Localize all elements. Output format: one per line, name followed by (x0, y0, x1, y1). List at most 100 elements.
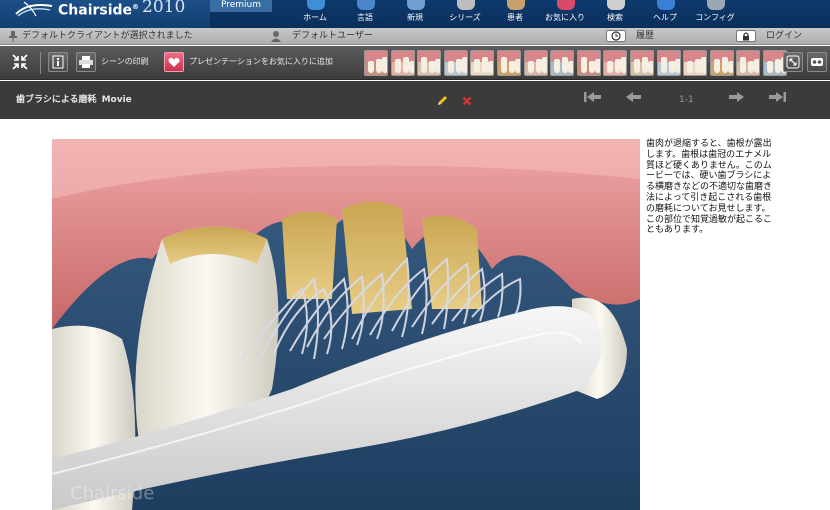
projector-icon (811, 58, 823, 66)
skip-first-icon (584, 92, 601, 102)
main-nav: ホーム 言語 新規 シリーズ 患者 お気に入り 検索 ヘルプ コンフィグ (290, 0, 740, 28)
thumbnail-tooth (527, 61, 534, 73)
nav-label: 新規 (407, 13, 423, 22)
fullscreen-button[interactable] (783, 52, 803, 72)
thumbnail-tooth (701, 57, 707, 73)
history-button[interactable] (606, 30, 626, 42)
thumbnail-tooth (421, 57, 428, 73)
scene-type: Movie (101, 95, 132, 105)
skip-last-icon (769, 92, 786, 102)
scene-thumbnail[interactable] (656, 50, 681, 76)
thumbnail-tooth (435, 59, 441, 73)
scene-thumbnail[interactable] (523, 50, 548, 76)
scene-thumbnail[interactable] (443, 50, 468, 76)
thumbnail-tooth (394, 59, 401, 73)
next-page-button[interactable] (728, 91, 744, 108)
thumbnail-tooth (633, 59, 640, 73)
scene-thumbnail[interactable] (550, 50, 575, 76)
status-bar: デフォルトクライアントが選択されました デフォルトユーザー 履歴 ログイン (0, 28, 830, 45)
thumbnail-tooth (554, 59, 561, 73)
nav-item-new[interactable]: 新規 (390, 0, 440, 28)
last-page-button[interactable] (768, 91, 786, 108)
clock-icon (611, 31, 621, 41)
scene-thumbnail[interactable] (496, 50, 521, 76)
add-favorite-label[interactable]: プレゼンテーションをお気に入りに追加 (189, 56, 333, 68)
nav-item-home[interactable]: ホーム (290, 0, 340, 28)
thumbnail-tooth (580, 57, 587, 73)
nav-item-config[interactable]: コンフィグ (690, 0, 740, 28)
thumbnail-tooth (500, 57, 507, 73)
arrow-right-icon (729, 92, 744, 102)
nav-item-patient[interactable]: 患者 (490, 0, 540, 28)
scene-thumbnail[interactable] (390, 50, 415, 76)
nav-item-series[interactable]: シリーズ (440, 0, 490, 28)
collapse-button[interactable] (10, 52, 30, 72)
thumbnail-tooth (588, 61, 595, 73)
scene-thumbnail[interactable] (417, 50, 442, 76)
scene-thumbnail[interactable] (736, 50, 761, 76)
thumbnail-tooth (647, 61, 653, 73)
scene-thumbnail[interactable] (709, 50, 734, 76)
thumbnail-tooth (668, 61, 675, 73)
scene-thumbnail-strip (364, 50, 790, 76)
patient-icon (507, 0, 525, 10)
scene-description: 歯肉が退縮すると、歯根が露出します。歯根は歯冠のエナメル質ほど硬くありません。こ… (646, 139, 773, 236)
print-scene-button[interactable] (76, 52, 96, 72)
edit-pencil-icon[interactable] (437, 95, 448, 106)
scene-title-bar: 歯ブラシによる磨耗 Movie 1-1 (0, 81, 830, 119)
thumbnail-tooth (568, 61, 574, 73)
app-logo[interactable]: Chairside® 2010 (0, 0, 210, 28)
movie-player[interactable]: Chairside (52, 139, 640, 510)
info-icon (52, 55, 64, 69)
brand-year: 2010 (142, 0, 186, 17)
scene-thumbnail[interactable] (683, 50, 708, 76)
nav-item-favorites[interactable]: お気に入り (540, 0, 590, 28)
scene-thumbnail[interactable] (364, 50, 388, 76)
thumbnail-tooth (461, 57, 467, 73)
expand-icon (786, 55, 800, 69)
history-label[interactable]: 履歴 (636, 31, 654, 42)
nav-label: 検索 (607, 13, 623, 22)
toothbrush-abrasion-illustration: Chairside (52, 139, 640, 510)
thumbnail-tooth (727, 61, 733, 73)
series-icon (457, 0, 475, 10)
nav-item-search[interactable]: 検索 (590, 0, 640, 28)
help-icon (657, 0, 675, 10)
nav-label: ホーム (303, 13, 327, 22)
scene-info-button[interactable] (48, 52, 68, 72)
thumbnail-tooth (674, 59, 680, 73)
nav-label: シリーズ (449, 13, 481, 22)
login-button[interactable] (736, 30, 756, 42)
scene-thumbnail[interactable] (629, 50, 654, 76)
print-scene-label[interactable]: シーンの印刷 (101, 56, 149, 68)
print-icon (79, 56, 93, 68)
first-page-button[interactable] (584, 91, 602, 108)
home-icon (307, 0, 325, 10)
previous-page-button[interactable] (626, 91, 642, 108)
present-button[interactable] (807, 52, 827, 72)
thumbnail-tooth (408, 61, 414, 73)
thumbnail-tooth (660, 57, 667, 73)
add-favorite-button[interactable] (164, 52, 184, 72)
thumbnail-tooth (713, 59, 720, 73)
scene-thumbnail[interactable] (603, 50, 628, 76)
delete-x-icon[interactable] (462, 96, 472, 106)
thumbnail-tooth (455, 59, 462, 73)
collapse-icon (12, 54, 28, 70)
scene-thumbnail[interactable] (576, 50, 601, 76)
client-pin-icon (9, 31, 17, 42)
thumbnail-tooth (740, 57, 747, 73)
nav-item-language[interactable]: 言語 (340, 0, 390, 28)
login-label[interactable]: ログイン (766, 31, 802, 42)
scene-watermark: Chairside (70, 483, 154, 504)
thumbnail-tooth (541, 57, 547, 73)
nav-label: お気に入り (545, 13, 585, 22)
nav-item-help[interactable]: ヘルプ (640, 0, 690, 28)
chairside-swoosh-icon (15, 1, 53, 17)
scene-thumbnail[interactable] (470, 50, 495, 76)
arrow-left-icon (626, 92, 641, 102)
heart-icon (168, 57, 180, 67)
thumbnail-tooth (402, 57, 409, 73)
thumbnail-tooth (488, 61, 494, 73)
lock-icon (743, 32, 749, 41)
